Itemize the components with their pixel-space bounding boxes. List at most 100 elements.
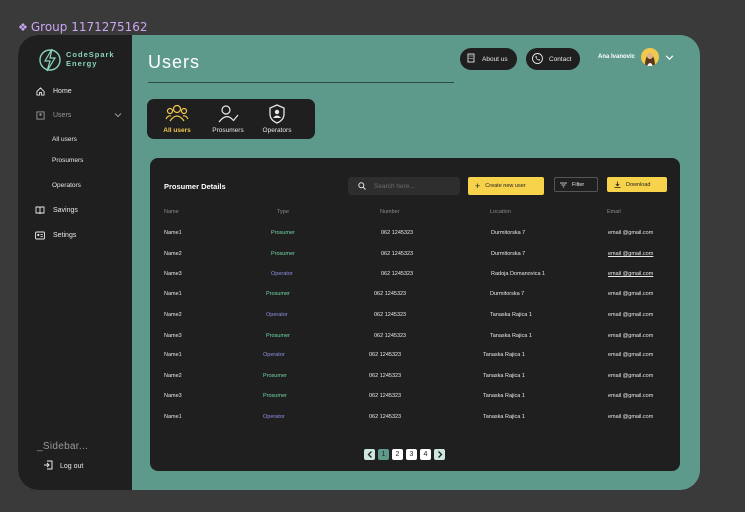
cell-type: Prosumer bbox=[266, 291, 290, 297]
search-box[interactable] bbox=[348, 177, 460, 195]
lightning-logo-icon bbox=[39, 48, 61, 72]
cell-name: Name1 bbox=[164, 352, 182, 358]
column-header-location[interactable]: Location bbox=[490, 209, 511, 215]
pagination: 1 2 3 4 bbox=[364, 449, 445, 460]
page-button-2[interactable]: 2 bbox=[392, 449, 403, 460]
download-icon bbox=[614, 181, 621, 188]
cell-location: Durmitorska 7 bbox=[491, 251, 526, 257]
cell-email[interactable]: email @gmail.com bbox=[608, 271, 653, 277]
sidebar-item-savings[interactable]: Savings bbox=[35, 205, 78, 215]
cell-name: Name2 bbox=[164, 312, 182, 318]
cell-email[interactable]: email @gmail.com bbox=[608, 251, 653, 257]
cell-email[interactable]: email @gmail.com bbox=[608, 333, 653, 339]
cell-number: 062 1245323 bbox=[369, 393, 402, 399]
app-frame: CodeSpark Energy Home Users All users Pr… bbox=[18, 35, 700, 490]
phone-icon bbox=[532, 52, 543, 66]
page-button-4[interactable]: 4 bbox=[420, 449, 431, 460]
cell-number: 062 1245323 bbox=[369, 414, 402, 420]
cell-name: Name1 bbox=[164, 291, 182, 297]
avatar bbox=[641, 48, 660, 66]
cell-type: Prosumer bbox=[271, 251, 295, 257]
id-card-icon bbox=[35, 230, 45, 240]
user-check-icon bbox=[218, 105, 239, 123]
page-button-1[interactable]: 1 bbox=[378, 449, 389, 460]
cell-name: Name2 bbox=[164, 373, 182, 379]
column-header-type[interactable]: Type bbox=[277, 209, 289, 215]
prev-page-button[interactable] bbox=[364, 449, 375, 460]
page-button-3[interactable]: 3 bbox=[406, 449, 417, 460]
download-button[interactable]: Download bbox=[607, 177, 667, 192]
cell-location: Durmitorska 7 bbox=[490, 291, 525, 297]
cell-location: Tanaska Rajica 1 bbox=[483, 352, 525, 358]
cell-email[interactable]: email @gmail.com bbox=[608, 352, 653, 358]
search-input[interactable] bbox=[374, 182, 454, 190]
home-icon bbox=[35, 86, 45, 96]
user-card-icon bbox=[35, 110, 45, 120]
page-title: Users bbox=[148, 52, 201, 72]
title-divider bbox=[148, 82, 454, 83]
cell-number: 062 1245323 bbox=[381, 251, 414, 257]
filter-icon bbox=[560, 182, 567, 187]
card-title: Prosumer Details bbox=[164, 182, 226, 191]
sidebar-item-settings[interactable]: Setings bbox=[35, 230, 76, 240]
cell-email[interactable]: email @gmail.com bbox=[608, 291, 653, 297]
cell-email[interactable]: email @gmail.com bbox=[608, 393, 653, 399]
cell-type: Operator bbox=[263, 414, 285, 420]
cell-type: Prosumer bbox=[266, 333, 290, 339]
sidebar-item-home[interactable]: Home bbox=[35, 86, 72, 96]
cell-location: Tanaska Rajica 1 bbox=[483, 414, 525, 420]
chevron-left-icon bbox=[367, 451, 372, 458]
sidebar-section-title: _Sidebar... bbox=[37, 441, 89, 452]
about-us-button[interactable]: About us bbox=[460, 48, 517, 70]
cell-location: Radoja Domanovica 1 bbox=[491, 271, 546, 277]
cell-number: 062 1245323 bbox=[374, 291, 407, 297]
logout-icon bbox=[43, 460, 53, 472]
cell-name: Name3 bbox=[164, 271, 182, 277]
contact-button[interactable]: Contact bbox=[526, 48, 581, 70]
user-shield-icon bbox=[269, 104, 285, 124]
cell-type: Operator bbox=[266, 312, 288, 318]
cell-location: Tanaska Rajica 1 bbox=[483, 373, 525, 379]
tab-all-users[interactable]: All users bbox=[153, 103, 201, 134]
prosumer-details-card: Prosumer Details + Create new user Filte… bbox=[150, 158, 680, 471]
sidebar-subitem-prosumers[interactable]: Prosumers bbox=[52, 157, 83, 164]
chevron-down-icon[interactable] bbox=[114, 111, 122, 119]
cell-name: Name1 bbox=[164, 230, 182, 236]
tab-operators[interactable]: Operators bbox=[253, 103, 301, 134]
cell-type: Prosumer bbox=[263, 393, 287, 399]
cell-email[interactable]: email @gmail.com bbox=[608, 312, 653, 318]
cell-location: Tanaska Rajica 1 bbox=[490, 333, 532, 339]
create-user-button[interactable]: + Create new user bbox=[468, 177, 544, 195]
users-group-icon bbox=[165, 104, 189, 122]
logout-button[interactable]: Log out bbox=[43, 460, 83, 472]
next-page-button[interactable] bbox=[434, 449, 445, 460]
cell-type: Operator bbox=[263, 352, 285, 358]
user-type-tabs: All users Prosumers Operators bbox=[147, 99, 315, 139]
cell-name: Name3 bbox=[164, 393, 182, 399]
building-icon bbox=[466, 53, 476, 65]
plus-icon: + bbox=[475, 180, 481, 191]
cell-email[interactable]: email @gmail.com bbox=[608, 373, 653, 379]
column-header-email[interactable]: Email bbox=[607, 209, 621, 215]
user-name: Ana Ivanovic bbox=[598, 54, 636, 60]
sidebar-subitem-all-users[interactable]: All users bbox=[52, 136, 77, 143]
cell-number: 062 1245323 bbox=[381, 271, 414, 277]
cell-type: Prosumer bbox=[271, 230, 295, 236]
column-header-number[interactable]: Number bbox=[380, 209, 400, 215]
brand-logo[interactable]: CodeSpark Energy bbox=[38, 46, 128, 74]
filter-button[interactable]: Filter bbox=[554, 177, 598, 192]
cell-number: 062 1245323 bbox=[381, 230, 414, 236]
sidebar-subitem-operators[interactable]: Operators bbox=[52, 182, 81, 189]
user-menu[interactable]: Ana Ivanovic bbox=[598, 48, 674, 66]
tab-prosumers[interactable]: Prosumers bbox=[204, 103, 252, 134]
cell-location: Tanaska Rajica 1 bbox=[490, 312, 532, 318]
search-icon bbox=[358, 182, 366, 190]
book-icon bbox=[35, 205, 45, 215]
sidebar-item-users[interactable]: Users bbox=[35, 110, 71, 120]
cell-email[interactable]: email @gmail.com bbox=[608, 414, 653, 420]
brand-name: CodeSpark Energy bbox=[66, 50, 115, 68]
cell-email[interactable]: email @gmail.com bbox=[608, 230, 653, 236]
cell-name: Name3 bbox=[164, 333, 182, 339]
column-header-name[interactable]: Name bbox=[164, 209, 179, 215]
cell-number: 062 1245323 bbox=[374, 333, 407, 339]
